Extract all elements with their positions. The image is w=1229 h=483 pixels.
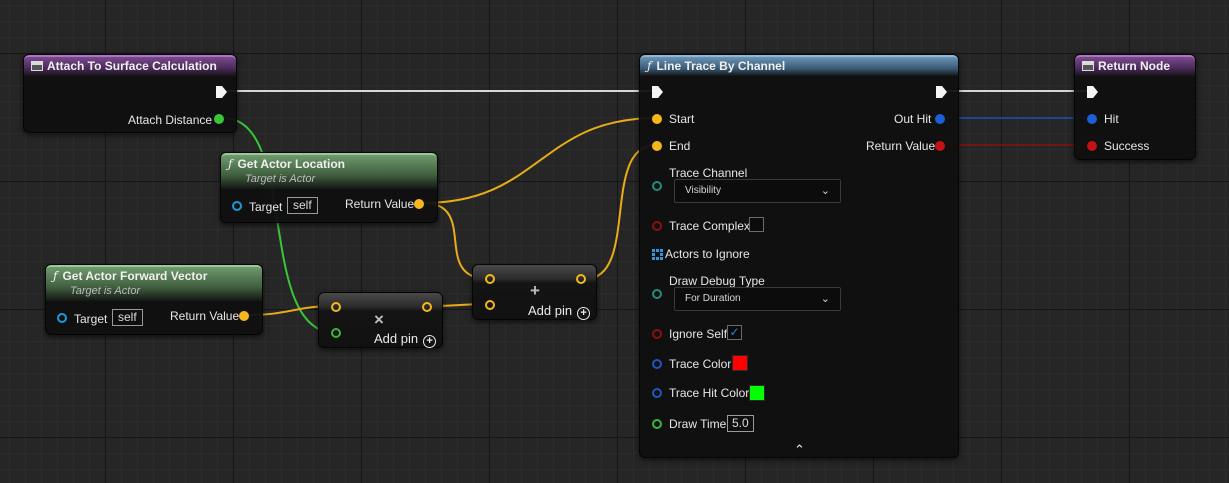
multiply-input-b-pin[interactable]: [331, 328, 341, 338]
get-location-title: Get Actor Location: [237, 157, 346, 171]
chevron-down-icon: ⌄: [820, 185, 830, 197]
add-node[interactable]: + Add pin +: [472, 264, 597, 320]
return-exec-in-pin[interactable]: [1087, 86, 1098, 98]
attach-node-title: Attach To Surface Calculation: [47, 59, 217, 73]
multiply-icon: ×: [374, 310, 384, 329]
actors-to-ignore-label: Actors to Ignore: [665, 247, 750, 261]
location-return-label: Return Value: [345, 197, 415, 211]
get-forward-header: ƒ Get Actor Forward Vector Target is Acto…: [46, 265, 262, 301]
trace-end-pin[interactable]: [652, 141, 662, 151]
function-icon: ƒ: [228, 157, 233, 171]
return-node-title: Return Node: [1098, 59, 1170, 73]
forward-return-label: Return Value: [170, 309, 240, 323]
actors-to-ignore-array-pin[interactable]: [652, 249, 663, 260]
out-hit-pin[interactable]: [935, 114, 945, 124]
location-target-pin[interactable]: [232, 201, 242, 211]
draw-debug-type-dropdown[interactable]: For Duration ⌄: [674, 287, 841, 311]
add-add-pin-button[interactable]: Add pin +: [528, 303, 591, 320]
attach-to-surface-node[interactable]: Attach To Surface Calculation Attach Dis…: [23, 54, 237, 133]
function-icon: ƒ: [53, 269, 58, 283]
attach-node-header: Attach To Surface Calculation: [24, 55, 236, 76]
draw-time-label: Draw Time: [669, 417, 727, 431]
return-node[interactable]: Return Node Hit Success: [1074, 54, 1196, 160]
line-trace-title: Line Trace By Channel: [656, 59, 786, 73]
ignore-self-label: Ignore Self: [669, 327, 728, 341]
trace-complex-pin[interactable]: [652, 221, 662, 231]
trace-return-value-label: Return Value: [866, 139, 936, 153]
add-input-b-pin[interactable]: [485, 300, 495, 310]
add-icon: +: [530, 281, 540, 300]
return-node-header: Return Node: [1075, 55, 1195, 76]
forward-target-pin[interactable]: [57, 313, 67, 323]
trace-channel-value: Visibility: [685, 185, 721, 196]
trace-start-pin[interactable]: [652, 114, 662, 124]
trace-hit-color-swatch[interactable]: [749, 385, 765, 401]
multiply-node[interactable]: × Add pin +: [318, 292, 443, 348]
multiply-output-pin[interactable]: [422, 302, 432, 312]
trace-complex-checkbox[interactable]: [749, 217, 764, 232]
function-entry-icon: [31, 61, 43, 71]
trace-start-label: Start: [669, 112, 695, 126]
multiply-add-pin-label: Add pin: [374, 331, 419, 346]
ignore-self-checkbox[interactable]: ✓: [727, 325, 742, 340]
draw-time-pin[interactable]: [652, 419, 662, 429]
draw-debug-type-pin[interactable]: [652, 289, 662, 299]
draw-time-field[interactable]: 5.0: [727, 415, 754, 432]
add-pin-icon: +: [577, 307, 591, 320]
location-target-self-field[interactable]: self: [287, 197, 318, 214]
trace-exec-out-pin[interactable]: [936, 86, 947, 98]
trace-color-swatch[interactable]: [732, 355, 748, 371]
trace-channel-label: Trace Channel: [669, 166, 748, 180]
get-actor-location-node[interactable]: ƒ Get Actor Location Target is Actor Targ…: [220, 152, 438, 223]
function-icon: ƒ: [647, 59, 652, 73]
location-target-label: Target: [249, 200, 283, 214]
wire-location-to-start: [422, 117, 657, 204]
get-forward-title: Get Actor Forward Vector: [62, 269, 208, 283]
add-output-pin[interactable]: [576, 274, 586, 284]
get-actor-forward-node[interactable]: ƒ Get Actor Forward Vector Target is Acto…: [45, 264, 263, 335]
trace-exec-in-pin[interactable]: [652, 86, 663, 98]
return-success-label: Success: [1104, 139, 1150, 153]
get-location-header: ƒ Get Actor Location Target is Actor: [221, 153, 437, 189]
add-input-a-pin[interactable]: [485, 274, 495, 284]
return-hit-pin[interactable]: [1087, 114, 1097, 124]
trace-channel-dropdown[interactable]: Visibility ⌄: [674, 179, 841, 203]
out-hit-label: Out Hit: [894, 112, 932, 126]
line-trace-node[interactable]: ƒ Line Trace By Channel Start End Out Hit…: [639, 54, 959, 458]
multiply-input-a-pin[interactable]: [331, 302, 341, 312]
collapse-advanced-chevron-icon[interactable]: ⌃: [794, 442, 805, 458]
return-success-pin[interactable]: [1087, 141, 1097, 151]
line-trace-header: ƒ Line Trace By Channel: [640, 55, 958, 76]
chevron-down-icon: ⌄: [820, 293, 830, 305]
trace-complex-label: Trace Complex: [669, 219, 750, 233]
ignore-self-pin[interactable]: [652, 329, 662, 339]
trace-hit-color-pin[interactable]: [652, 388, 662, 398]
return-node-icon: [1082, 61, 1094, 71]
attach-distance-label: Attach Distance: [128, 113, 213, 127]
add-add-pin-label: Add pin: [528, 303, 573, 318]
multiply-add-pin-button[interactable]: Add pin +: [374, 331, 437, 348]
trace-color-pin[interactable]: [652, 359, 662, 369]
location-return-pin[interactable]: [414, 199, 424, 209]
attach-distance-pin[interactable]: [214, 114, 224, 124]
forward-return-pin[interactable]: [239, 311, 249, 321]
exec-out-pin[interactable]: [216, 86, 227, 98]
forward-target-label: Target: [74, 312, 108, 326]
draw-debug-type-value: For Duration: [685, 293, 741, 304]
trace-channel-pin[interactable]: [652, 181, 662, 191]
draw-debug-type-label: Draw Debug Type: [669, 274, 765, 288]
get-forward-subtitle: Target is Actor: [70, 285, 141, 297]
get-location-subtitle: Target is Actor: [245, 173, 316, 185]
trace-hit-color-label: Trace Hit Color: [669, 386, 750, 400]
forward-target-self-field[interactable]: self: [112, 309, 143, 326]
trace-end-label: End: [669, 139, 691, 153]
trace-return-value-pin[interactable]: [935, 141, 945, 151]
return-hit-label: Hit: [1104, 112, 1119, 126]
add-pin-icon: +: [423, 335, 437, 348]
trace-color-label: Trace Color: [669, 357, 732, 371]
